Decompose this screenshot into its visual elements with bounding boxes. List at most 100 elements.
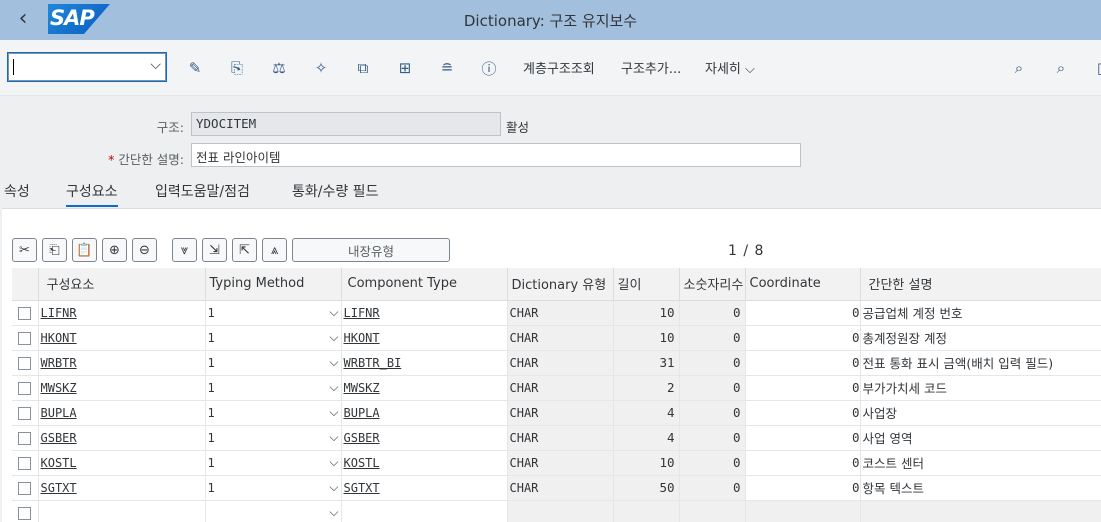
component-cell[interactable] [38,500,206,522]
chevron-down-icon[interactable]: ⌵ [329,405,338,420]
col-header-coordinate[interactable]: Coordinate [745,268,861,301]
component-type-cell[interactable]: MWSKZ [341,375,508,401]
component-type-cell[interactable]: BUPLA [341,400,508,426]
append-structure-link[interactable]: 구조추가... [621,58,681,77]
component-cell[interactable]: HKONT [38,325,206,351]
insert-row-icon[interactable]: ⇲ [202,238,227,262]
component-cell[interactable]: GSBER [38,425,206,451]
coordinate-cell[interactable]: 0 [745,400,861,426]
row-select[interactable] [12,350,39,376]
overflow-icon[interactable]: ▯ [1089,57,1101,79]
chevron-down-icon[interactable]: ⌵ [329,355,338,370]
activate-icon[interactable]: ⎘ [225,57,249,79]
component-type-cell[interactable]: HKONT [341,325,508,351]
chevron-down-icon[interactable]: ⌵ [329,380,338,395]
table-row[interactable]: SGTXT 1 ⌵ SGTXT CHAR 50 0 0 항목 텍스트 [12,475,1101,501]
stack-icon[interactable]: ≘ [435,57,459,79]
table-row[interactable]: HKONT 1 ⌵ HKONT CHAR 10 0 0 총계정원장 계정 [12,325,1101,351]
check-balance-icon[interactable]: ⚖ [267,57,291,79]
row-select[interactable] [12,475,39,501]
chevron-down-icon[interactable]: ⌵ [329,455,338,470]
table-row[interactable]: GSBER 1 ⌵ GSBER CHAR 4 0 0 사업 영역 [12,425,1101,451]
delete-row-icon[interactable]: ⇱ [232,238,257,262]
hierarchy-display-link[interactable]: 계층구조조회 [523,58,595,77]
coordinate-cell[interactable]: 0 [745,325,861,351]
more-menu[interactable]: 자세히 ⌵ [705,58,755,77]
component-cell[interactable]: SGTXT [38,475,206,501]
minus-icon[interactable]: ⊖ [132,238,157,262]
row-select[interactable] [12,325,39,351]
tab-input-help[interactable]: 입력도움말/점검 [155,181,250,201]
table-row[interactable]: WRBTR 1 ⌵ WRBTR_BI CHAR 31 0 0 전표 통화 표시 금액(배치 입력… [12,350,1101,376]
short-desc-input[interactable]: 전표 라인아이템 [191,143,801,167]
cut-icon[interactable]: ✂ [12,238,37,262]
coordinate-cell[interactable]: 0 [745,450,861,476]
typing-method-cell[interactable]: 1 ⌵ [205,300,342,326]
tab-attributes[interactable]: 속성 [4,181,30,201]
typing-method-cell[interactable]: 1 ⌵ [205,325,342,351]
col-header-decimals[interactable]: 소숫자리수 [679,268,746,301]
typing-method-cell[interactable]: 1 ⌵ [205,450,342,476]
search-plus-icon[interactable]: ⌕ [1049,57,1073,79]
component-cell[interactable]: BUPLA [38,400,206,426]
expand-all-icon[interactable]: ⩔ [172,238,197,262]
row-select[interactable] [12,450,39,476]
coordinate-cell[interactable]: 0 [745,350,861,376]
chevron-down-icon[interactable]: ⌵ [329,430,338,445]
coordinate-cell[interactable]: 0 [745,475,861,501]
col-header-component-type[interactable]: Component Type [341,268,508,301]
component-type-cell[interactable] [341,500,508,522]
table-row[interactable]: LIFNR 1 ⌵ LIFNR CHAR 10 0 0 공급업체 계정 번호 [12,300,1101,326]
search-icon[interactable]: ⌕ [1007,57,1031,79]
col-header-dictionary-type[interactable]: Dictionary 유형 [507,268,614,301]
coordinate-cell[interactable]: 0 [745,300,861,326]
paste-icon[interactable]: 📋 [72,238,97,262]
row-checkbox[interactable] [18,432,31,445]
row-checkbox[interactable] [18,307,31,320]
col-header-short-desc[interactable]: 간단한 설명 [860,268,1101,301]
chevron-down-icon[interactable]: ⌵ [329,330,338,345]
component-type-cell[interactable]: WRBTR_BI [341,350,508,376]
component-type-cell[interactable]: SGTXT [341,475,508,501]
command-field[interactable]: ⌵ [7,52,167,82]
col-header-typing-method[interactable]: Typing Method [205,268,342,301]
row-checkbox[interactable] [18,507,31,520]
builtin-type-button[interactable]: 내장유형 [292,238,450,262]
select-all-header[interactable] [12,268,39,301]
typing-method-cell[interactable]: 1 ⌵ [205,400,342,426]
typing-method-cell[interactable]: 1 ⌵ [205,375,342,401]
table-row[interactable]: BUPLA 1 ⌵ BUPLA CHAR 4 0 0 사업장 [12,400,1101,426]
component-cell[interactable]: WRBTR [38,350,206,376]
table-row[interactable]: MWSKZ 1 ⌵ MWSKZ CHAR 2 0 0 부가가치세 코드 [12,375,1101,401]
col-header-length[interactable]: 길이 [613,268,680,301]
row-select[interactable] [12,375,39,401]
row-select[interactable] [12,400,39,426]
where-used-icon[interactable]: ⧉ [351,57,375,79]
row-checkbox[interactable] [18,482,31,495]
row-checkbox[interactable] [18,382,31,395]
typing-method-cell[interactable]: 1 ⌵ [205,350,342,376]
pencil-glasses-icon[interactable]: ✎ [183,57,207,79]
component-cell[interactable]: KOSTL [38,450,206,476]
row-checkbox[interactable] [18,407,31,420]
info-icon[interactable]: ⓘ [477,57,501,79]
row-checkbox[interactable] [18,332,31,345]
component-type-cell[interactable]: LIFNR [341,300,508,326]
typing-method-cell[interactable]: ⌵ [205,500,342,522]
tab-components[interactable]: 구성요소 [66,181,118,207]
table-row[interactable]: ⌵ [12,500,1101,522]
copy-icon[interactable]: ⎗ [42,238,67,262]
plus-icon[interactable]: ⊕ [102,238,127,262]
tab-currency-quantity[interactable]: 통화/수량 필드 [292,181,378,201]
coordinate-cell[interactable]: 0 [745,375,861,401]
magic-wand-icon[interactable]: ✧ [309,57,333,79]
hierarchy-icon[interactable]: ⊞ [393,57,417,79]
table-row[interactable]: KOSTL 1 ⌵ KOSTL CHAR 10 0 0 코스트 센터 [12,450,1101,476]
chevron-down-icon[interactable]: ⌵ [329,480,338,495]
typing-method-cell[interactable]: 1 ⌵ [205,425,342,451]
row-select[interactable] [12,425,39,451]
component-cell[interactable]: LIFNR [38,300,206,326]
collapse-icon[interactable]: ⩓ [262,238,287,262]
row-checkbox[interactable] [18,457,31,470]
row-checkbox[interactable] [18,357,31,370]
